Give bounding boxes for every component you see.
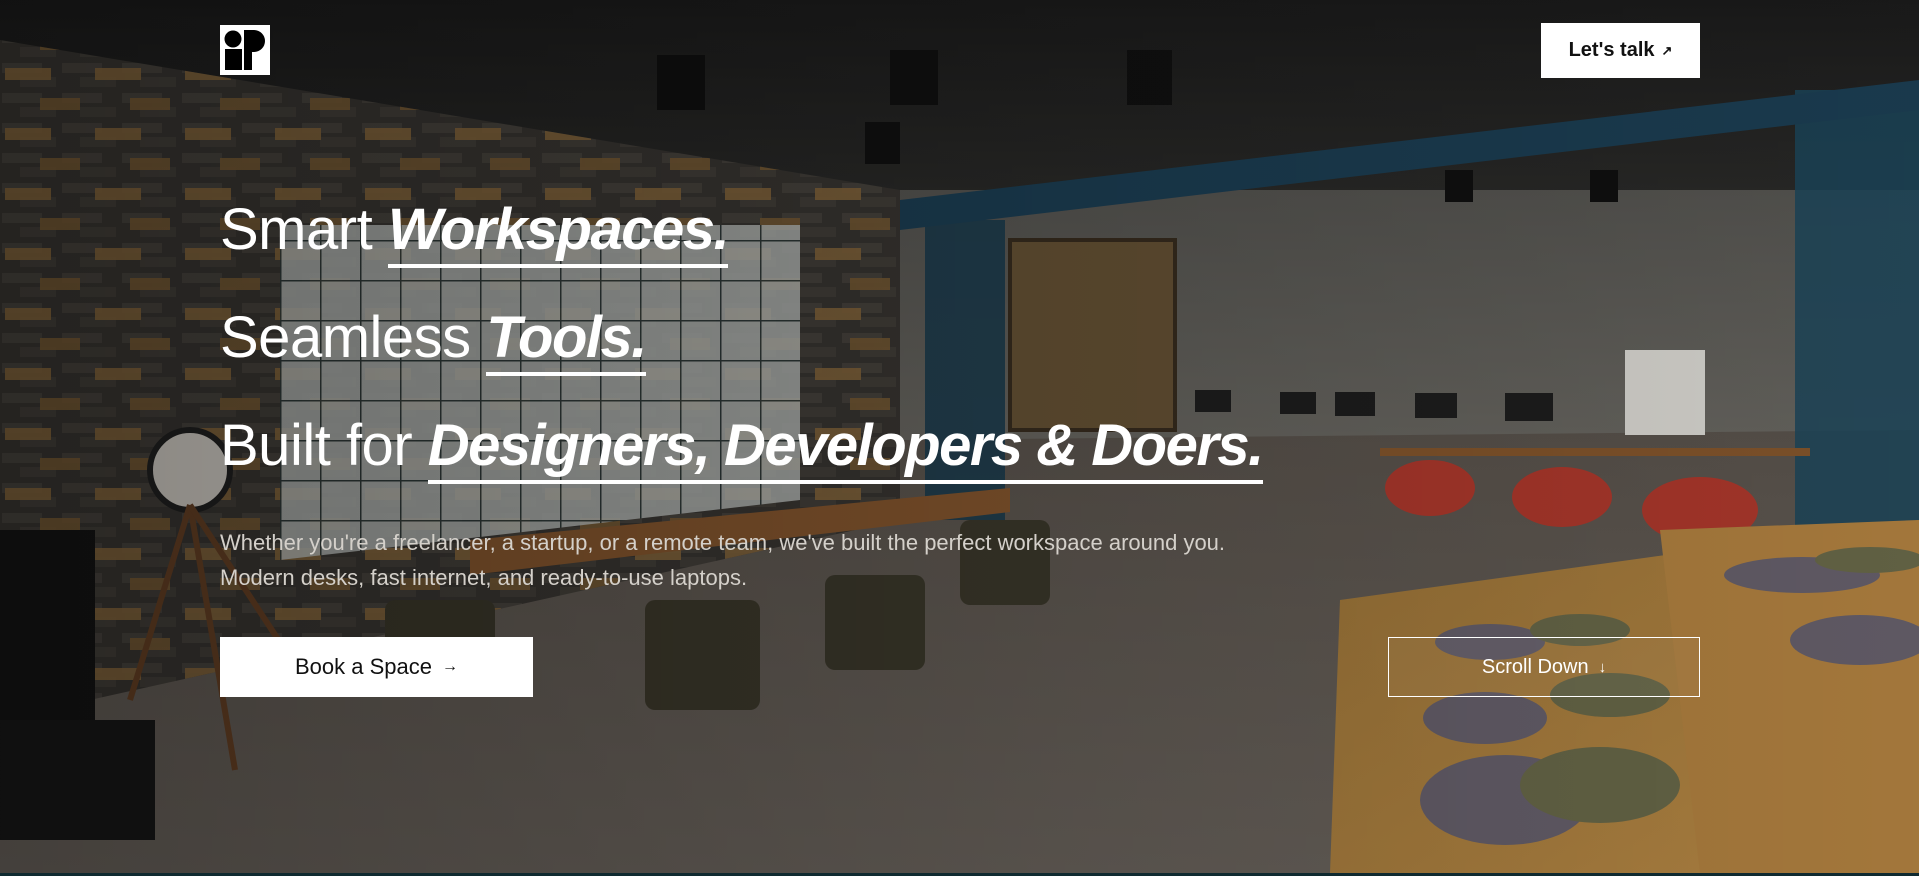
book-a-space-label: Book a Space <box>295 654 432 679</box>
lets-talk-button[interactable]: Let's talk ↗ <box>1541 23 1700 78</box>
arrow-up-right-icon: ↗ <box>1661 42 1673 58</box>
arrow-right-icon: → <box>441 658 458 675</box>
lets-talk-label: Let's talk <box>1568 39 1655 61</box>
brand-logo[interactable] <box>220 25 270 75</box>
brand-logo-icon <box>220 25 270 75</box>
headline-line-1-plain: Smart <box>220 197 373 262</box>
headline-line-2-plain: Seamless <box>220 305 471 370</box>
headline-line-3: Built for Designers, Developers & Doers. <box>220 392 1264 500</box>
hero-section: Let's talk ↗ Smart Workspaces. Seamless … <box>0 0 1919 873</box>
hero-headline: Smart Workspaces. Seamless Tools. Built … <box>220 176 1264 500</box>
book-a-space-button[interactable]: Book a Space → <box>220 637 533 697</box>
headline-line-3-emphasis: Designers, Developers & Doers. <box>427 413 1264 484</box>
scroll-down-button[interactable]: Scroll Down ↓ <box>1388 637 1700 697</box>
hero-description: Whether you're a freelancer, a startup, … <box>220 530 1226 590</box>
headline-line-1-emphasis: Workspaces. <box>387 197 730 268</box>
headline-line-2-emphasis: Tools. <box>486 305 647 376</box>
headline-line-2: Seamless Tools. <box>220 284 1263 392</box>
headline-line-1: Smart Workspaces. <box>220 176 1263 284</box>
arrow-down-icon: ↓ <box>1598 658 1607 676</box>
headline-line-3-plain: Built for <box>220 413 413 478</box>
scroll-down-label: Scroll Down <box>1481 655 1589 678</box>
